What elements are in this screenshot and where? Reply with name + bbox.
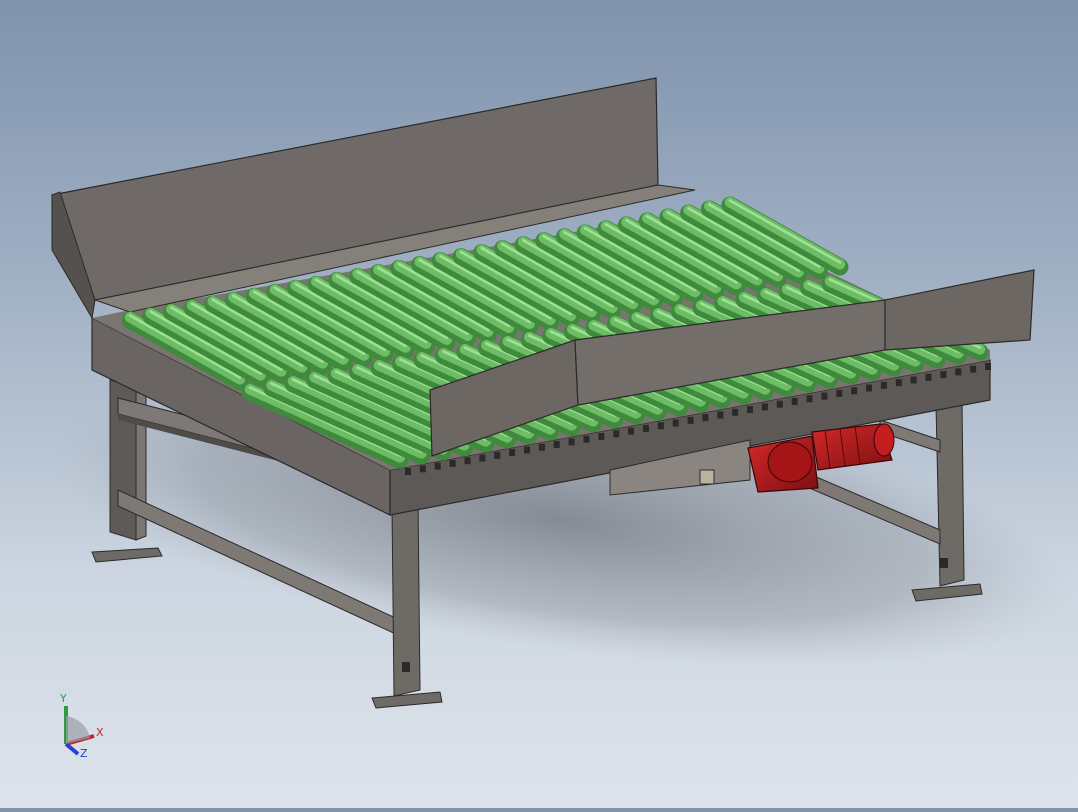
- bracket: [523, 446, 530, 454]
- bracket: [568, 438, 575, 446]
- cad-viewport[interactable]: Y X Z: [0, 0, 1078, 808]
- bracket: [553, 441, 560, 449]
- axis-triad: Y X Z: [59, 692, 104, 760]
- bracket: [538, 443, 545, 451]
- bracket: [672, 419, 679, 427]
- bracket: [717, 411, 724, 419]
- bracket: [880, 381, 887, 389]
- bracket: [732, 408, 739, 416]
- bracket: [613, 430, 620, 438]
- bracket: [955, 368, 962, 376]
- bracket: [821, 392, 828, 400]
- bracket: [657, 422, 664, 430]
- conveyor-model[interactable]: Y X Z: [0, 0, 1078, 808]
- triad-z-label: Z: [80, 747, 88, 760]
- bracket: [687, 416, 694, 424]
- bracket: [866, 384, 873, 392]
- bracket: [464, 457, 471, 465]
- bracket: [598, 433, 605, 440]
- bracket: [628, 427, 635, 435]
- bracket: [925, 373, 932, 381]
- bracket: [895, 379, 902, 387]
- bracket: [419, 465, 426, 473]
- bracket: [494, 451, 501, 459]
- bracket: [851, 387, 858, 395]
- bracket: [642, 424, 649, 432]
- bracket: [405, 468, 411, 475]
- bracket: [910, 376, 917, 384]
- bracket: [940, 371, 947, 379]
- bracket: [776, 400, 783, 408]
- bracket: [702, 414, 709, 422]
- bracket: [449, 459, 456, 467]
- bracket: [583, 435, 590, 443]
- bracket: [509, 449, 516, 457]
- triad-y-label: Y: [59, 692, 67, 705]
- front-guide-right: [884, 269, 1035, 351]
- triad-x-label: X: [96, 726, 104, 739]
- bracket: [836, 389, 843, 397]
- bracket: [479, 454, 486, 462]
- bracket: [806, 395, 813, 403]
- bracket: [791, 398, 798, 405]
- bracket: [985, 363, 991, 370]
- bracket: [761, 403, 768, 411]
- bracket: [434, 462, 441, 470]
- bracket: [970, 365, 977, 373]
- bracket: [747, 406, 754, 414]
